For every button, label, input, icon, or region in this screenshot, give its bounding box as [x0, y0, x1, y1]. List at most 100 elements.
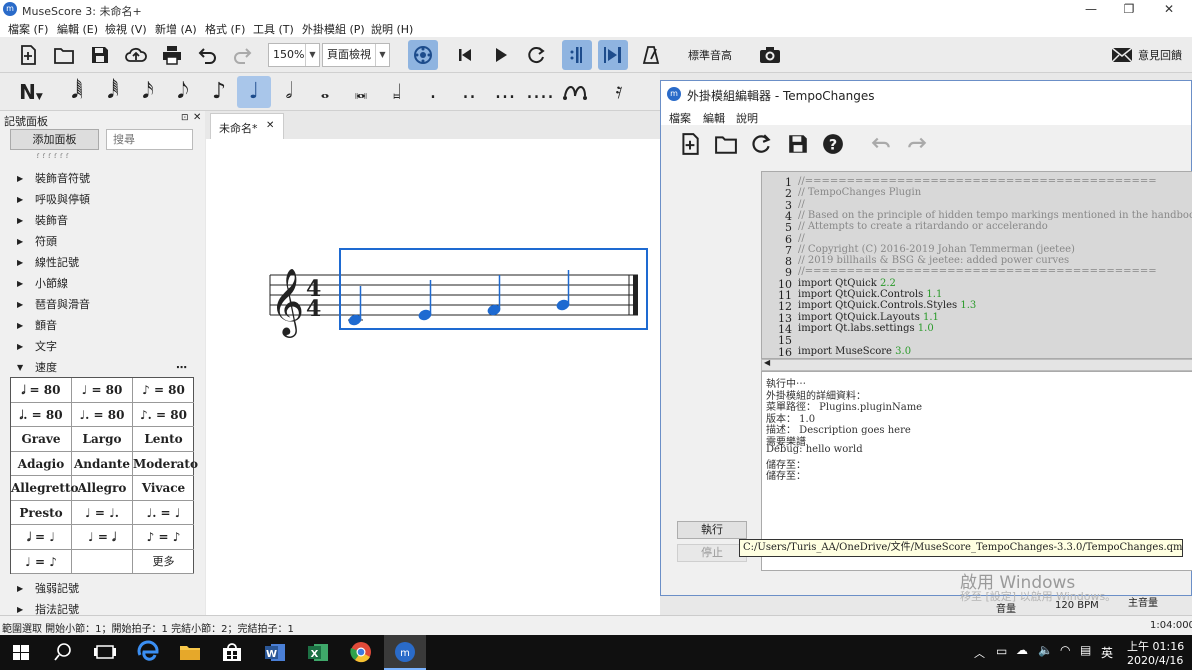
plugin-menu-help[interactable]: 說明 — [736, 110, 758, 126]
rest-flip-icon[interactable]: 𝄿 — [602, 76, 636, 108]
menu-file[interactable]: 檔案 (F) — [8, 21, 48, 37]
camera-icon[interactable] — [754, 40, 784, 70]
palette-item-arpeggios[interactable]: ▶ 琶音與滑音 — [0, 294, 205, 315]
volume-icon[interactable]: 🔈 — [1038, 643, 1053, 657]
tempo-cell[interactable]: ♩ = ♩. — [72, 500, 133, 525]
longa-icon[interactable]: 𝆷 — [380, 76, 414, 108]
redo-icon[interactable] — [906, 133, 930, 157]
open-folder-icon[interactable] — [49, 40, 79, 70]
palette-item-barlines[interactable]: ▶ 小節線 — [0, 273, 205, 294]
help-icon[interactable]: ? — [822, 133, 846, 157]
palette-item-lines[interactable]: ▶ 線性記號 — [0, 252, 205, 273]
tempo-cell[interactable]: ♩. = 80 — [72, 402, 133, 427]
file-explorer-icon[interactable] — [169, 635, 211, 670]
float-icon[interactable]: ⊡ — [181, 113, 189, 123]
task-view-icon[interactable] — [84, 635, 126, 670]
tempo-cell[interactable]: ♩ = 80 — [72, 378, 133, 403]
note-input-mode-n-icon[interactable]: N▼ — [14, 76, 48, 108]
tempo-cell[interactable]: Largo — [72, 427, 133, 452]
palette-search-input[interactable] — [106, 129, 193, 150]
menu-tools[interactable]: 工具 (T) — [253, 21, 294, 37]
tempo-cell[interactable]: 𝅗𝅥 = 80 — [11, 378, 72, 403]
restore-button[interactable]: ❐ — [1110, 0, 1148, 19]
tempo-cell[interactable]: Grave — [11, 427, 72, 452]
undo-icon[interactable] — [192, 40, 222, 70]
clock-time[interactable]: 上午 01:16 — [1127, 638, 1184, 654]
triple-dot-icon[interactable]: ... — [488, 76, 522, 108]
mail-icon[interactable] — [1106, 40, 1136, 70]
tempo-cell[interactable]: ♪ = ♪ — [133, 525, 194, 550]
close-icon[interactable]: ✕ — [193, 112, 201, 123]
run-button[interactable]: 執行 — [677, 521, 747, 539]
new-file-icon[interactable] — [679, 133, 703, 157]
close-icon[interactable]: ✕ — [266, 120, 274, 131]
palette-item-dynamics[interactable]: ▶ 強弱記號 — [0, 578, 205, 599]
view-mode-select[interactable]: 頁面檢視 ▼ — [322, 43, 390, 67]
horizontal-scrollbar[interactable]: ◀ — [761, 358, 1192, 371]
tempo-cell[interactable]: ♩ = 𝅗𝅥 — [72, 525, 133, 550]
scroll-left-icon[interactable]: ◀ — [764, 358, 770, 367]
quadruple-dot-icon[interactable]: .... — [523, 76, 557, 108]
search-icon[interactable] — [42, 635, 84, 670]
score-view[interactable]: 𝄞 4 4 — [206, 139, 660, 615]
tempo-cell[interactable]: 𝅗𝅥. = 80 — [11, 402, 72, 427]
metronome-icon[interactable] — [636, 40, 666, 70]
edge-browser-icon[interactable] — [127, 635, 169, 670]
rewind-icon[interactable] — [450, 40, 480, 70]
code-editor[interactable]: 1//=====================================… — [761, 171, 1192, 359]
double-dot-icon[interactable]: .. — [452, 76, 486, 108]
loop-in-icon[interactable] — [562, 40, 592, 70]
palette-item-grace-notes[interactable]: ▶ 裝飾音 — [0, 210, 205, 231]
redo-icon[interactable] — [228, 40, 258, 70]
zoom-select[interactable]: 150% ▼ — [268, 43, 320, 67]
chrome-icon[interactable] — [340, 635, 382, 670]
save-icon[interactable] — [787, 133, 811, 157]
close-button[interactable]: ✕ — [1150, 0, 1188, 19]
palette-item-tremolos[interactable]: ▶ 顫音 — [0, 315, 205, 336]
menu-format[interactable]: 格式 (F) — [205, 21, 245, 37]
palette-item-ornaments[interactable]: ▶ 裝飾音符號 — [0, 168, 205, 189]
tempo-cell[interactable]: Lento — [133, 427, 194, 452]
whole-note-icon[interactable]: 𝅝 — [308, 76, 342, 108]
half-note-icon[interactable]: 𝅗𝅥 — [272, 76, 306, 108]
word-icon[interactable]: W — [254, 635, 296, 670]
musescore-taskbar-icon[interactable]: m — [384, 635, 426, 670]
tempo-cell[interactable]: ♪ = 80 — [133, 378, 194, 403]
loop-icon[interactable] — [522, 40, 552, 70]
32nd-note-icon[interactable]: 𝅘𝅥𝅱 — [96, 76, 130, 108]
tempo-cell[interactable]: Allegretto — [11, 476, 79, 501]
store-icon[interactable] — [211, 635, 253, 670]
tray-network-icon[interactable]: ▭ — [996, 644, 1007, 658]
tempo-cell[interactable]: ♩ = ♪ — [11, 549, 72, 574]
tempo-cell[interactable]: Vivace — [133, 476, 194, 501]
eighth-note-alt-icon[interactable]: 𝅘𝅥𝅮 — [166, 76, 200, 108]
tempo-cell[interactable]: Allegro — [72, 476, 133, 501]
concert-pitch-toggle[interactable]: 標準音高 — [688, 47, 732, 63]
notification-icon[interactable]: ▤ — [1080, 643, 1091, 657]
tempo-cell[interactable]: Andante — [72, 451, 133, 476]
save-icon[interactable] — [85, 40, 115, 70]
onedrive-cloud-icon[interactable]: ☁ — [1016, 643, 1028, 657]
add-palette-button[interactable]: 添加面板 — [10, 129, 99, 150]
tempo-more-button[interactable]: 更多 — [133, 550, 194, 574]
palette-item-tempo[interactable]: ▼ 速度 ⋯ — [0, 357, 205, 378]
tie-icon[interactable] — [558, 76, 592, 108]
palette-item-noteheads[interactable]: ▶ 符頭 — [0, 231, 205, 252]
tab-untitled[interactable]: 未命名* ✕ — [210, 113, 284, 139]
16th-note-icon[interactable]: 𝅘𝅥𝅯 — [131, 76, 165, 108]
palette-item-text[interactable]: ▶ 文字 — [0, 336, 205, 357]
feedback-button[interactable]: 意見回饋 — [1138, 47, 1182, 63]
clock-date[interactable]: 2020/4/16 — [1127, 654, 1183, 667]
plugin-menu-file[interactable]: 檔案 — [669, 110, 691, 126]
eighth-note-icon[interactable]: ♪ — [202, 76, 236, 108]
plugin-menu-edit[interactable]: 編輯 — [703, 110, 725, 126]
tempo-cell[interactable]: Adagio — [11, 451, 72, 476]
quarter-note-icon[interactable]: ♩ — [237, 76, 271, 108]
wifi-icon[interactable]: ◠ — [1060, 643, 1070, 657]
play-icon[interactable] — [486, 40, 516, 70]
menu-view[interactable]: 檢視 (V) — [105, 21, 147, 37]
menu-edit[interactable]: 編輯 (E) — [57, 21, 98, 37]
tempo-more-options-icon[interactable]: ⋯ — [176, 357, 187, 378]
tempo-cell[interactable]: ♪. = 80 — [133, 403, 194, 427]
tray-chevron-up-icon[interactable]: ︿ — [974, 645, 985, 661]
